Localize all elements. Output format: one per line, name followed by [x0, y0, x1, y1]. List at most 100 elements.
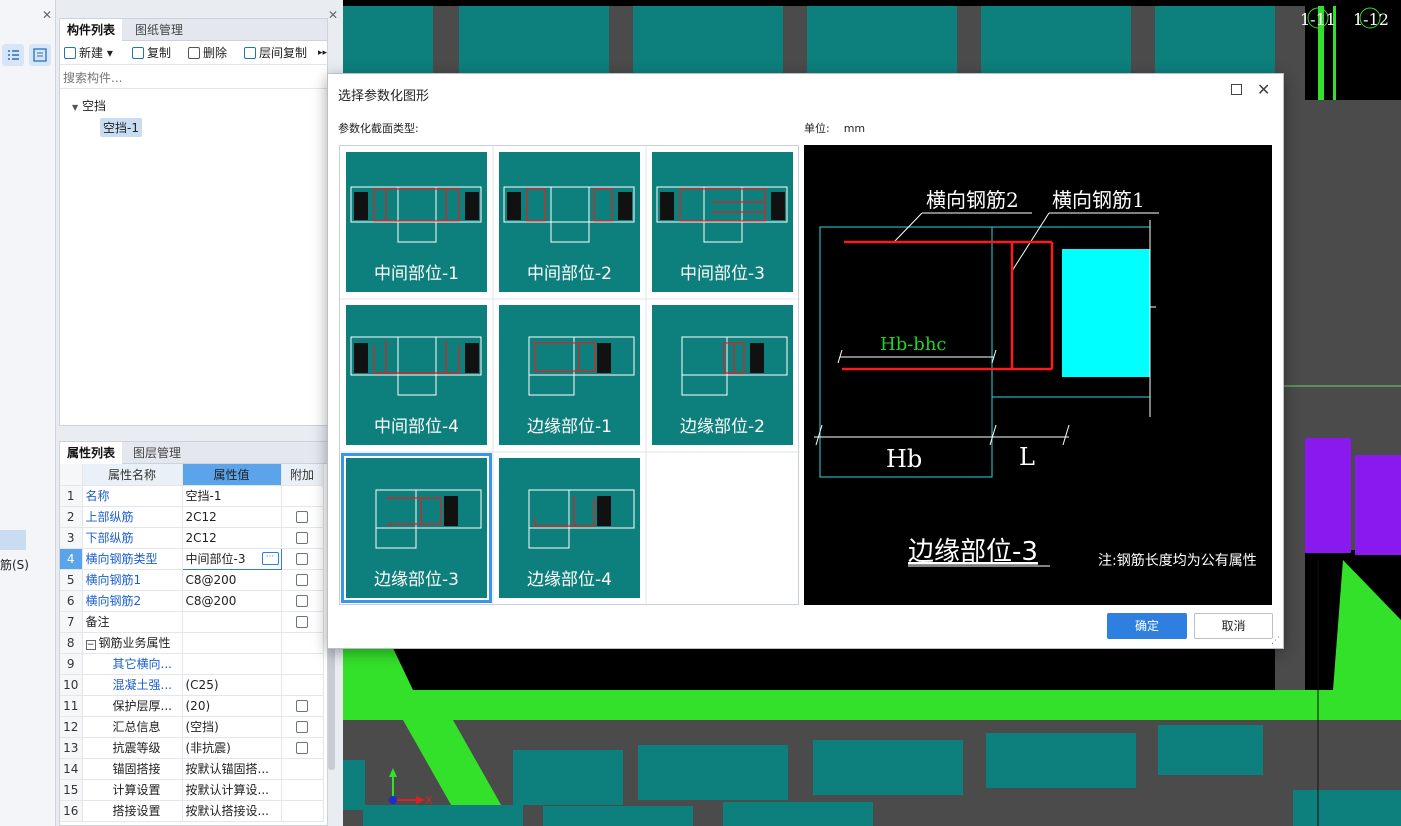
tab-property-list[interactable]: 属性列表 — [60, 442, 123, 464]
shape-option-edge-1[interactable]: 边缘部位-1 — [499, 305, 640, 445]
row-value[interactable]: 按默认搭接设... — [182, 800, 282, 822]
section-label: 参数化截面类型: — [338, 122, 419, 135]
close-icon[interactable]: ✕ — [1257, 80, 1270, 99]
table-row[interactable]: 9 其它横向... — [60, 653, 324, 675]
row-checkbox[interactable] — [296, 574, 308, 586]
shape-option-mid-3[interactable]: 中间部位-3 — [652, 152, 793, 292]
trash-icon — [188, 47, 200, 59]
label-rebar2: 横向钢筋2 — [926, 188, 1019, 212]
row-checkbox[interactable] — [296, 532, 308, 544]
row-checkbox[interactable] — [296, 742, 308, 754]
table-row[interactable]: 16 搭接设置 按默认搭接设... — [60, 800, 324, 822]
search-input[interactable] — [60, 67, 327, 89]
table-row[interactable]: 11 保护层厚... (20) — [60, 695, 324, 717]
copy-icon — [132, 47, 144, 59]
row-value[interactable]: 2C12 — [182, 506, 282, 528]
row-value[interactable]: 空挡-1 — [182, 485, 282, 507]
table-row[interactable]: 12 汇总信息 (空挡) — [60, 716, 324, 738]
shape-option-mid-4[interactable]: 中间部位-4 — [346, 305, 487, 445]
table-row[interactable]: 14 锚固搭接 按默认锚固搭... — [60, 758, 324, 780]
row-value[interactable]: 2C12 — [182, 527, 282, 549]
row-num: 13 — [60, 737, 83, 759]
row-value[interactable]: 按默认锚固搭... — [182, 758, 282, 780]
new-icon — [64, 47, 76, 59]
table-row[interactable]: 1 名称 空挡-1 — [60, 485, 324, 507]
row-checkbox[interactable] — [296, 700, 308, 712]
table-row-group[interactable]: 8− 钢筋业务属性 — [60, 632, 324, 654]
row-name: 下部纵筋 — [82, 527, 183, 549]
maximize-icon[interactable] — [1231, 84, 1242, 95]
detail-view-icon[interactable] — [29, 44, 51, 66]
ok-button[interactable]: 确定 — [1107, 613, 1187, 639]
close-icon[interactable]: ✕ — [42, 8, 52, 22]
row-value[interactable]: C8@200 — [182, 590, 282, 612]
new-button[interactable]: 新建 ▾ — [64, 43, 113, 63]
unit-label-text: 单位: — [804, 122, 830, 135]
tab-component-list[interactable]: 构件列表 — [60, 19, 123, 41]
row-value[interactable]: (20) — [182, 695, 282, 717]
copy-button[interactable]: 复制 — [132, 43, 171, 63]
property-panel: 属性列表 图层管理 属性名称 属性值 附加 1 名称 空挡-1 2 上部纵筋 2C12 … — [59, 441, 328, 826]
resize-grip-icon[interactable]: ⋰ — [1271, 636, 1280, 646]
cancel-button[interactable]: 取消 — [1194, 613, 1273, 639]
row-value[interactable]: (空挡) — [182, 716, 282, 738]
list-view-icon[interactable] — [2, 44, 24, 66]
row-value-editor[interactable]: 中间部位-3 ··· — [181, 547, 282, 570]
table-row[interactable]: 10 混凝土强... (C25) — [60, 674, 324, 696]
nav-highlight[interactable] — [0, 530, 26, 550]
shape-option-edge-3[interactable]: 边缘部位-3 — [341, 453, 492, 603]
expand-icon[interactable]: ▼ — [72, 103, 78, 112]
ellipsis-button[interactable]: ··· — [261, 551, 279, 565]
unit-value: mm — [843, 122, 866, 135]
row-num: 15 — [60, 779, 83, 801]
table-row-selected[interactable]: 4 横向钢筋类型 中间部位-3 ··· — [60, 547, 324, 570]
row-value[interactable]: (C25) — [182, 674, 282, 696]
shape-option-mid-1[interactable]: 中间部位-1 — [346, 152, 487, 292]
row-num: 10 — [60, 674, 83, 696]
tree-root[interactable]: ▼ 空挡 — [72, 97, 106, 114]
tree-root-label: 空挡 — [81, 99, 106, 113]
row-checkbox[interactable] — [296, 553, 308, 565]
row-checkbox[interactable] — [296, 511, 308, 523]
row-checkbox[interactable] — [296, 595, 308, 607]
option-label: 边缘部位-2 — [680, 417, 765, 437]
row-value[interactable] — [182, 611, 282, 633]
shape-preview: 横向钢筋2 横向钢筋1 Hb-bhc Hb L 边缘部位-3 注:钢筋长度均为公… — [804, 145, 1272, 605]
option-label: 边缘部位-3 — [374, 570, 459, 590]
shape-option-edge-4[interactable]: 边缘部位-4 — [499, 458, 640, 598]
row-value[interactable] — [182, 653, 282, 675]
table-row[interactable]: 7 备注 — [60, 611, 324, 633]
floor-copy-button[interactable]: 层间复制 — [244, 43, 307, 63]
left-toolstrip: ✕ 筋(S) — [0, 0, 56, 826]
table-row[interactable]: 2 上部纵筋 2C12 — [60, 506, 324, 528]
collapse-icon[interactable]: − — [85, 640, 96, 650]
panel-close-icon[interactable]: ✕ — [328, 8, 338, 22]
row-name: 备注 — [82, 611, 183, 633]
axis-label-1-11: 1-11 — [1300, 10, 1336, 29]
row-num: 7 — [60, 611, 83, 633]
row-name: 保护层厚... — [82, 695, 183, 717]
shape-option-edge-2[interactable]: 边缘部位-2 — [652, 305, 793, 445]
table-row[interactable]: 15 计算设置 按默认计算设... — [60, 779, 324, 801]
row-num: 11 — [60, 695, 83, 717]
component-toolbar: 新建 ▾ 复制 删除 层间复制 ▸▸ — [60, 41, 327, 65]
row-checkbox[interactable] — [296, 721, 308, 733]
row-checkbox[interactable] — [296, 616, 308, 628]
row-value[interactable]: (非抗震) — [182, 737, 282, 759]
table-row[interactable]: 5 横向钢筋1 C8@200 — [60, 569, 324, 591]
dialog-title: 选择参数化图形 — [338, 89, 430, 104]
more-arrow-icon[interactable]: ▸▸ — [318, 43, 327, 63]
row-value[interactable]: 按默认计算设... — [182, 779, 282, 801]
table-row[interactable]: 6 横向钢筋2 C8@200 — [60, 590, 324, 612]
tab-layer-management[interactable]: 图层管理 — [126, 442, 188, 464]
tab-drawing-management[interactable]: 图纸管理 — [128, 19, 190, 41]
delete-button[interactable]: 删除 — [188, 43, 227, 63]
table-row[interactable]: 13 抗震等级 (非抗震) — [60, 737, 324, 759]
table-row[interactable]: 3 下部纵筋 2C12 — [60, 527, 324, 549]
side-menu-label[interactable]: 筋(S) — [0, 556, 29, 573]
axis-x-label: X — [425, 794, 433, 807]
tree-item-selected[interactable]: 空挡-1 — [100, 118, 142, 137]
row-name: 抗震等级 — [82, 737, 183, 759]
row-value[interactable]: C8@200 — [182, 569, 282, 591]
shape-option-mid-2[interactable]: 中间部位-2 — [499, 152, 640, 292]
